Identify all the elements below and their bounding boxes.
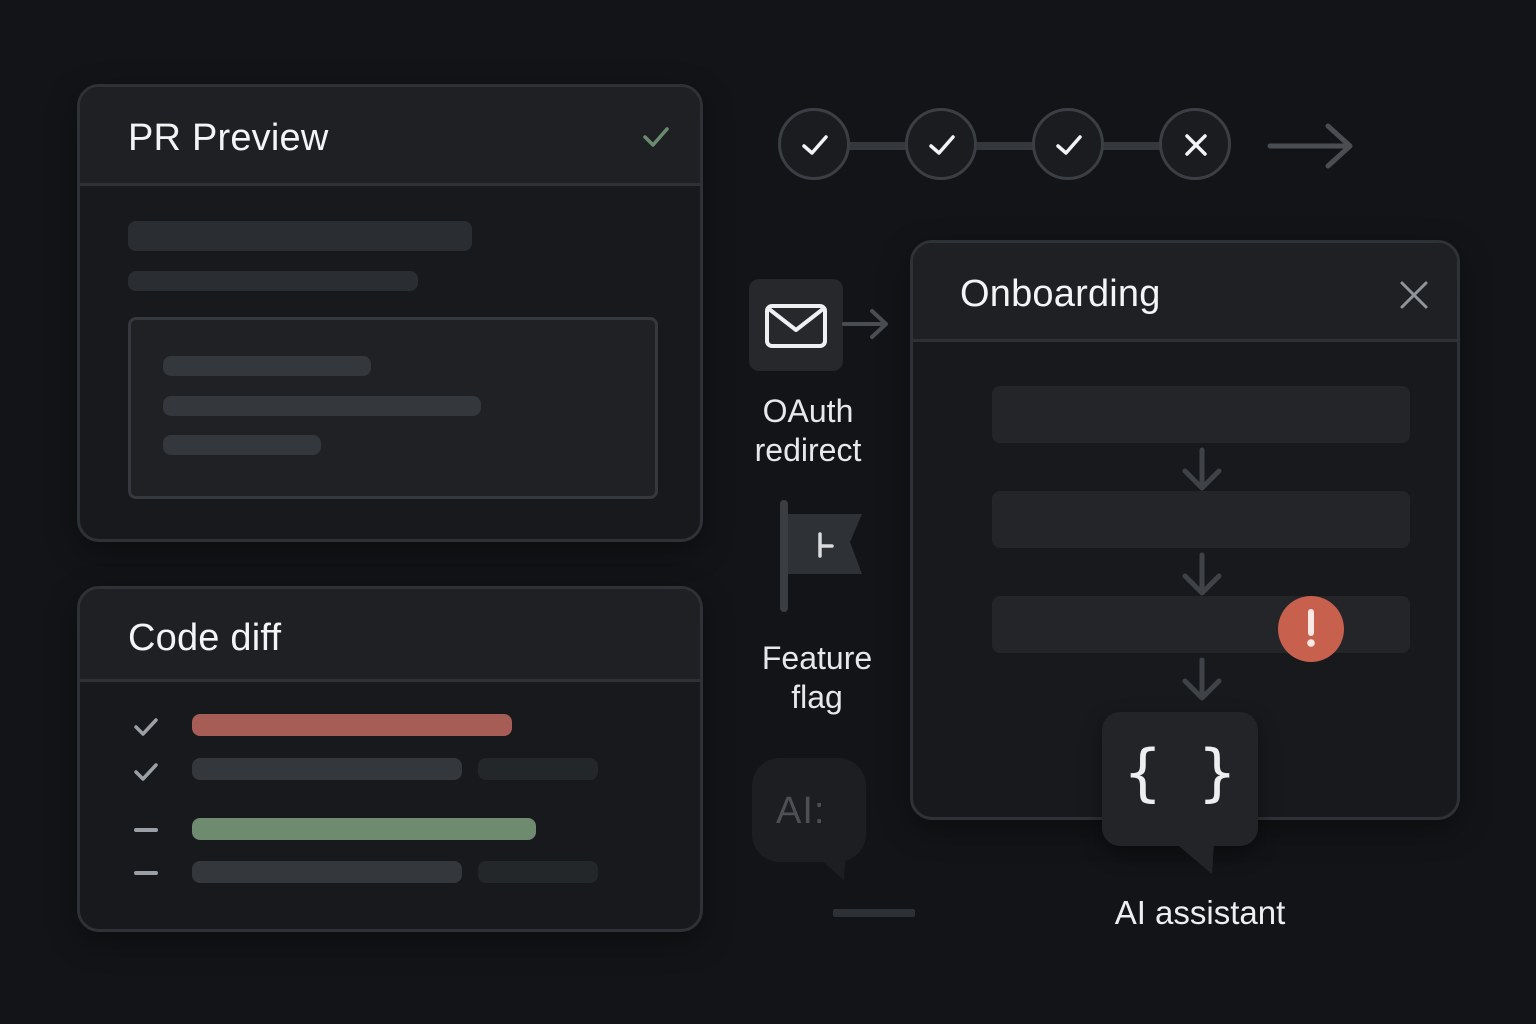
ai-assistant-tile[interactable]: { } [1102,712,1258,846]
pipeline-connector [838,142,1198,150]
ai-assistant-label: AI assistant [1114,894,1286,931]
bubble-tail [812,852,846,880]
flag-icon [780,500,862,612]
envelope-tile[interactable] [749,279,843,371]
arrow-right-icon [1267,123,1353,169]
onboarding-step-error[interactable] [992,596,1410,653]
check-icon [1056,135,1082,155]
check-icon [643,127,669,147]
check-icon [929,135,955,155]
onboarding-step[interactable] [992,386,1410,443]
onboarding-title: Onboarding [960,273,1161,315]
arrow-down-icon [1182,657,1222,701]
ai-bubble-text: AI: [776,790,826,832]
feature-flag-label: Feature flag [761,640,873,715]
x-icon [1185,134,1207,156]
pr-title-placeholder [128,221,472,251]
divider [833,909,915,917]
code-braces-icon: { } [1124,736,1236,809]
arrow-right-icon [842,309,888,339]
diff-line-added [192,818,536,840]
check-icon [134,718,158,736]
diff-line [192,861,462,883]
diff-line-meta [478,758,598,780]
arrow-down-icon [1182,447,1222,491]
pr-preview-card: PR Preview [77,84,703,542]
dash-icon [134,828,158,832]
content-line [163,435,321,455]
onboarding-step[interactable] [992,491,1410,548]
diff-line [192,758,462,780]
oauth-label: OAuth redirect [754,393,862,468]
warning-badge [1278,596,1344,662]
exclamation-icon [1307,609,1315,647]
pipeline [778,108,1368,188]
pr-preview-title: PR Preview [128,117,329,159]
ai-chat-bubble[interactable]: AI: [752,758,866,862]
code-diff-title: Code diff [128,617,282,659]
pr-subtitle-placeholder [128,271,418,291]
arrow-down-icon [1182,552,1222,596]
content-line [163,396,481,416]
bubble-tail [1174,842,1214,874]
close-icon[interactable] [1399,280,1429,310]
pipeline-step-passed[interactable] [905,108,977,180]
pipeline-step-passed[interactable] [1032,108,1104,180]
pipeline-step-passed[interactable] [778,108,850,180]
diff-line-meta [478,861,598,883]
pr-preview-content-box [128,317,658,499]
content-line [163,356,371,376]
pr-preview-header: PR Preview [80,87,700,186]
code-diff-card: Code diff [77,586,703,932]
check-icon [134,763,158,781]
dash-icon [134,871,158,875]
pipeline-step-failed[interactable] [1159,108,1231,180]
code-diff-header: Code diff [80,589,700,682]
check-icon [802,135,828,155]
diff-line-removed [192,714,512,736]
envelope-icon [765,304,827,348]
onboarding-header: Onboarding [913,243,1457,342]
